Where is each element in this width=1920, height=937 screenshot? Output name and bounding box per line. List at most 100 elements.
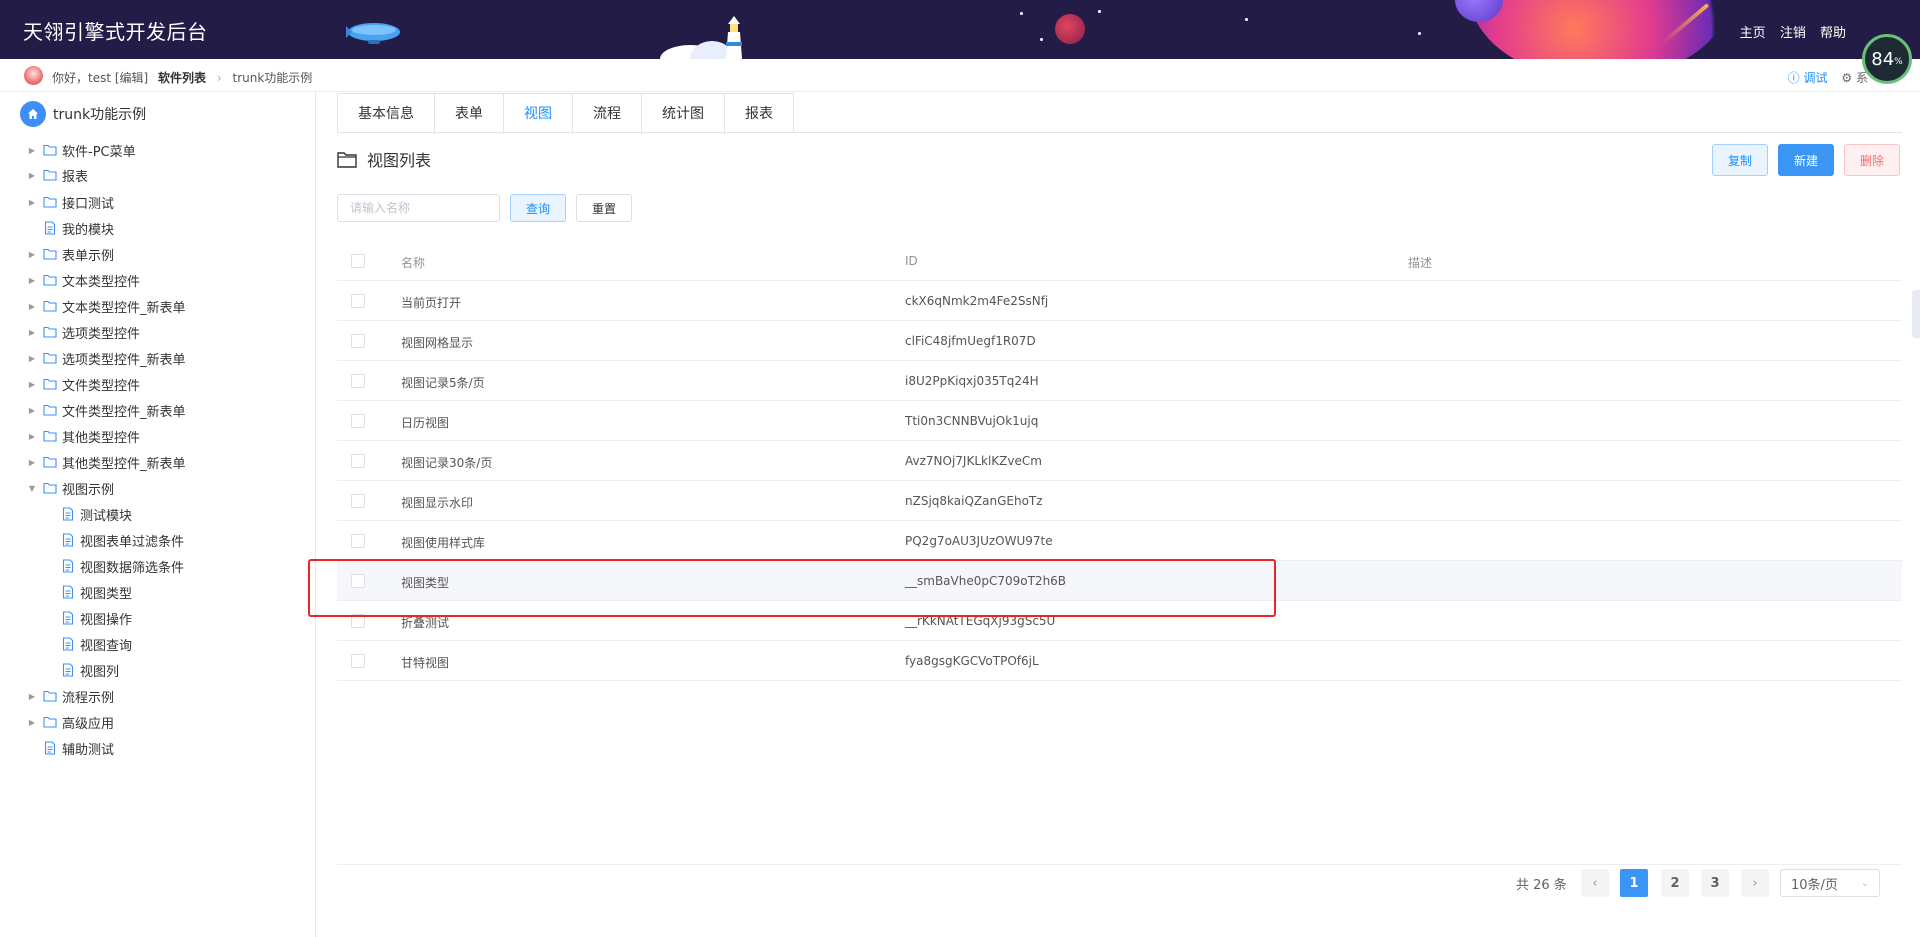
row-checkbox[interactable] <box>351 414 365 428</box>
tree-item[interactable]: ▶ 其他类型控件 <box>27 426 140 446</box>
tree-item[interactable]: 视图类型 <box>45 582 132 602</box>
tree-item[interactable]: 测试模块 <box>45 504 132 524</box>
caret-right-icon[interactable]: ▶ <box>27 276 37 285</box>
tab-flow[interactable]: 流程 <box>573 94 642 134</box>
tab-view[interactable]: 视图 <box>504 94 573 134</box>
table-row[interactable]: 甘特视图 fya8gsgKGCVoTPOf6jL <box>337 641 1902 681</box>
help-link[interactable]: 帮助 <box>1820 26 1846 41</box>
page-1-button[interactable]: 1 <box>1620 869 1648 897</box>
breadcrumb-software-list[interactable]: 软件列表 <box>158 71 206 85</box>
avatar[interactable] <box>24 66 43 85</box>
caret-right-icon[interactable]: ▶ <box>27 718 37 727</box>
prev-page-button[interactable]: ‹ <box>1581 869 1609 897</box>
row-checkbox[interactable] <box>351 614 365 628</box>
tab-form[interactable]: 表单 <box>435 94 504 134</box>
row-checkbox[interactable] <box>351 374 365 388</box>
cell-name[interactable]: 视图使用样式库 <box>401 534 485 551</box>
caret-right-icon[interactable]: ▶ <box>27 432 37 441</box>
tab-chart[interactable]: 统计图 <box>642 94 725 134</box>
caret-down-icon[interactable]: ▼ <box>27 484 37 493</box>
tree-item[interactable]: ▼ 视图示例 <box>27 478 114 498</box>
row-checkbox[interactable] <box>351 334 365 348</box>
cell-name[interactable]: 视图网格显示 <box>401 334 473 351</box>
tree-item[interactable]: ▶ 文本类型控件 <box>27 270 140 290</box>
tree-item[interactable]: ▶ 其他类型控件_新表单 <box>27 452 186 472</box>
tree-item[interactable]: 视图数据筛选条件 <box>45 556 184 576</box>
logout-link[interactable]: 注销 <box>1780 26 1806 41</box>
row-checkbox[interactable] <box>351 294 365 308</box>
caret-right-icon[interactable]: ▶ <box>27 406 37 415</box>
tree-item[interactable]: 视图列 <box>45 660 119 680</box>
side-panel-handle[interactable] <box>1912 290 1920 338</box>
row-checkbox[interactable] <box>351 654 365 668</box>
caret-right-icon[interactable]: ▶ <box>27 302 37 311</box>
caret-right-icon[interactable]: ▶ <box>27 458 37 467</box>
tree-item[interactable]: 视图操作 <box>45 608 132 628</box>
table-row[interactable]: 视图使用样式库 PQ2g7oAU3JUzOWU97te <box>337 521 1902 561</box>
cell-name[interactable]: 当前页打开 <box>401 294 461 311</box>
reset-button[interactable]: 重置 <box>576 194 632 222</box>
cell-name[interactable]: 视图显示水印 <box>401 494 473 511</box>
new-button[interactable]: 新建 <box>1778 144 1834 176</box>
tree-item[interactable]: ▶ 文本类型控件_新表单 <box>27 296 186 316</box>
tree-item[interactable]: ▶ 高级应用 <box>27 712 114 732</box>
delete-button[interactable]: 删除 <box>1844 144 1900 176</box>
tree-item[interactable]: ▶ 选项类型控件_新表单 <box>27 348 186 368</box>
tree-item[interactable]: 视图查询 <box>45 634 132 654</box>
select-all-checkbox[interactable] <box>351 254 365 268</box>
column-header-desc[interactable]: 描述 <box>1408 254 1432 271</box>
tree-item[interactable]: ▶ 流程示例 <box>27 686 114 706</box>
tree-item[interactable]: ▶ 文件类型控件_新表单 <box>27 400 186 420</box>
column-header-id[interactable]: ID <box>905 254 918 268</box>
caret-right-icon[interactable]: ▶ <box>27 380 37 389</box>
cell-name[interactable]: 视图类型 <box>401 574 449 591</box>
table-row[interactable]: 视图记录30条/页 Avz7NOj7JKLklKZveCm <box>337 441 1902 481</box>
tab-report[interactable]: 报表 <box>725 94 793 134</box>
cell-name[interactable]: 甘特视图 <box>401 654 449 671</box>
caret-right-icon[interactable]: ▶ <box>27 146 37 155</box>
table-row[interactable]: 日历视图 Tti0n3CNNBVujOk1ujq <box>337 401 1902 441</box>
caret-right-icon[interactable]: ▶ <box>27 250 37 259</box>
performance-orb[interactable]: 84% <box>1862 34 1912 84</box>
tree-item[interactable]: 视图表单过滤条件 <box>45 530 184 550</box>
debug-link[interactable]: 调试 <box>1804 71 1828 85</box>
tree-root[interactable]: trunk功能示例 <box>20 101 146 127</box>
caret-right-icon[interactable]: ▶ <box>27 692 37 701</box>
tree-item[interactable]: ▶ 接口测试 <box>27 192 114 212</box>
tab-basic-info[interactable]: 基本信息 <box>338 94 435 134</box>
tree-item[interactable]: 我的模块 <box>27 218 114 238</box>
caret-right-icon[interactable]: ▶ <box>27 198 37 207</box>
tree-item[interactable]: ▶ 报表 <box>27 165 88 185</box>
table-row[interactable]: 视图显示水印 nZSjq8kaiQZanGEhoTz <box>337 481 1902 521</box>
tree-item[interactable]: ▶ 文件类型控件 <box>27 374 140 394</box>
user-greeting[interactable]: 你好，test [编辑] <box>52 69 148 86</box>
search-input[interactable] <box>337 194 500 222</box>
tree-item[interactable]: ▶ 软件-PC菜单 <box>27 140 136 160</box>
table-row[interactable]: 视图记录5条/页 i8U2PpKiqxj035Tq24H <box>337 361 1902 401</box>
next-page-button[interactable]: › <box>1741 869 1769 897</box>
table-row[interactable]: 折叠测试 __rKkNAtTEGqXj93gSc5U <box>337 601 1902 641</box>
query-button[interactable]: 查询 <box>510 194 566 222</box>
cell-name[interactable]: 视图记录30条/页 <box>401 454 492 471</box>
row-checkbox[interactable] <box>351 494 365 508</box>
tree-item[interactable]: 辅助测试 <box>27 738 114 758</box>
tree-item[interactable]: ▶ 表单示例 <box>27 244 114 264</box>
page-size-select[interactable]: 10条/页 ⌄ <box>1780 869 1880 897</box>
table-row[interactable]: 视图网格显示 clFiC48jfmUegf1R07D <box>337 321 1902 361</box>
page-2-button[interactable]: 2 <box>1661 869 1689 897</box>
cell-name[interactable]: 日历视图 <box>401 414 449 431</box>
home-link[interactable]: 主页 <box>1740 26 1766 41</box>
cell-name[interactable]: 折叠测试 <box>401 614 449 631</box>
table-row[interactable]: 当前页打开 ckX6qNmk2m4Fe2SsNfj <box>337 281 1902 321</box>
row-checkbox[interactable] <box>351 534 365 548</box>
page-3-button[interactable]: 3 <box>1701 869 1729 897</box>
caret-right-icon[interactable]: ▶ <box>27 328 37 337</box>
system-link[interactable]: ⚙ 系 <box>1841 71 1868 85</box>
copy-button[interactable]: 复制 <box>1712 144 1768 176</box>
caret-right-icon[interactable]: ▶ <box>27 171 37 180</box>
table-row[interactable]: 视图类型 __smBaVhe0pC709oT2h6B <box>337 561 1902 601</box>
tree-item[interactable]: ▶ 选项类型控件 <box>27 322 140 342</box>
row-checkbox[interactable] <box>351 454 365 468</box>
cell-name[interactable]: 视图记录5条/页 <box>401 374 485 391</box>
caret-right-icon[interactable]: ▶ <box>27 354 37 363</box>
